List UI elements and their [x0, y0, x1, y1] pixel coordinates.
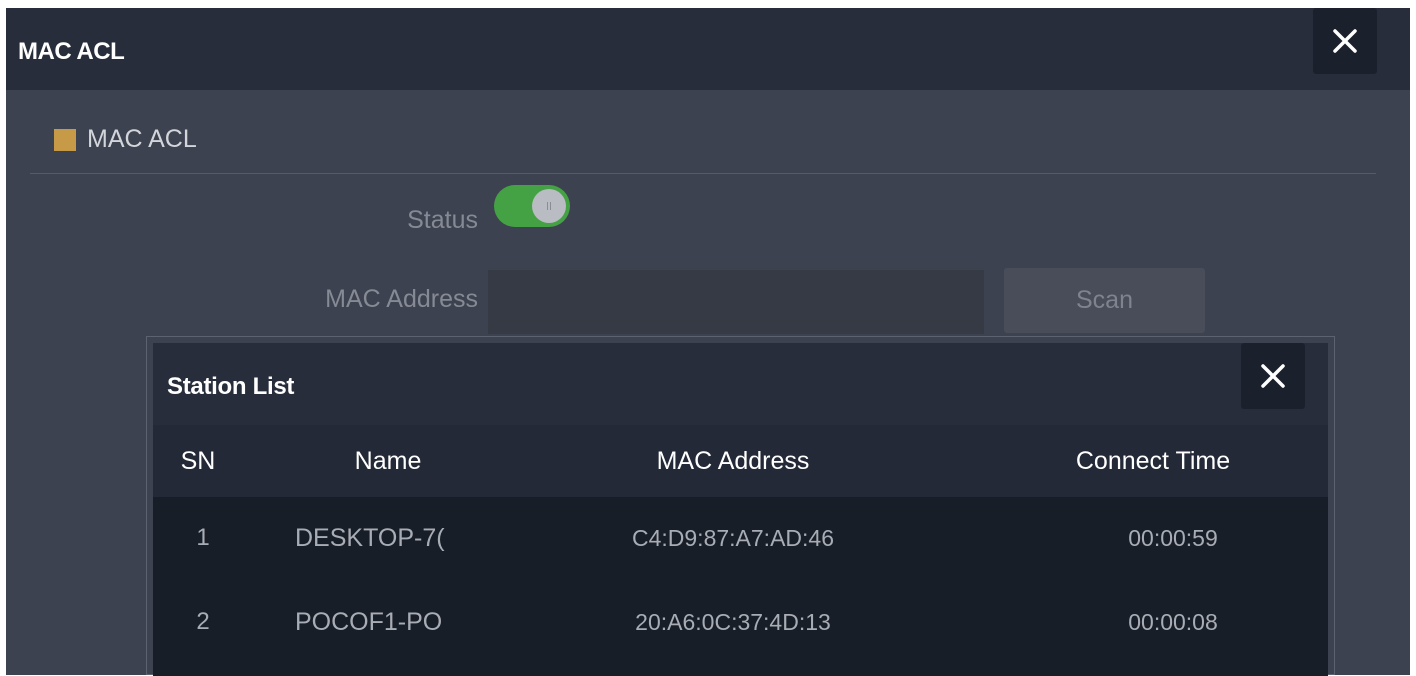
- section-title: MAC ACL: [87, 125, 197, 153]
- status-toggle[interactable]: [494, 185, 570, 227]
- section-divider: [30, 173, 1376, 174]
- mac-address-input[interactable]: [488, 270, 984, 334]
- station-list-modal: Station List SN Name MAC Address Connect…: [146, 336, 1335, 676]
- status-label: Status: [407, 206, 478, 234]
- table-row[interactable]: 2 POCOF1-PO 20:A6:0C:37:4D:13 00:00:08: [153, 581, 1328, 663]
- dialog-header: MAC ACL: [6, 8, 1410, 90]
- modal-close-button[interactable]: [1241, 343, 1305, 409]
- dialog-close-button[interactable]: [1313, 8, 1377, 74]
- row-mac: 20:A6:0C:37:4D:13: [635, 608, 831, 635]
- toggle-grip-icon: [547, 202, 551, 210]
- row-sn: 2: [196, 608, 210, 635]
- section-marker-icon: [54, 128, 76, 151]
- row-name: POCOF1-PO: [295, 607, 443, 636]
- column-header-connect-time[interactable]: Connect Time: [1033, 425, 1273, 497]
- modal-header: Station List: [153, 343, 1328, 425]
- column-header-mac[interactable]: MAC Address: [613, 425, 853, 497]
- row-sn: 1: [196, 524, 210, 551]
- scan-button[interactable]: Scan: [1004, 268, 1205, 333]
- section-heading: MAC ACL: [54, 125, 197, 154]
- close-icon: [1333, 29, 1357, 53]
- column-header-name[interactable]: Name: [293, 425, 483, 497]
- row-name: DESKTOP-7(: [295, 523, 445, 552]
- table-row[interactable]: 1 DESKTOP-7( C4:D9:87:A7:AD:46 00:00:59: [153, 497, 1328, 579]
- dialog-title: MAC ACL: [18, 38, 125, 65]
- row-connect-time: 00:00:08: [1128, 608, 1218, 635]
- row-mac: C4:D9:87:A7:AD:46: [631, 524, 834, 551]
- close-icon: [1261, 364, 1285, 388]
- screen: MAC ACL MAC ACL Status MAC Address Scan …: [0, 0, 1416, 676]
- modal-title: Station List: [167, 373, 295, 400]
- column-header-sn[interactable]: SN: [153, 425, 243, 497]
- station-table: SN Name MAC Address Connect Time 1 DESKT…: [153, 425, 1328, 676]
- toggle-knob: [532, 189, 566, 223]
- table-header: SN Name MAC Address Connect Time: [153, 425, 1328, 497]
- mac-address-label: MAC Address: [325, 285, 478, 313]
- row-connect-time: 00:00:59: [1128, 524, 1218, 551]
